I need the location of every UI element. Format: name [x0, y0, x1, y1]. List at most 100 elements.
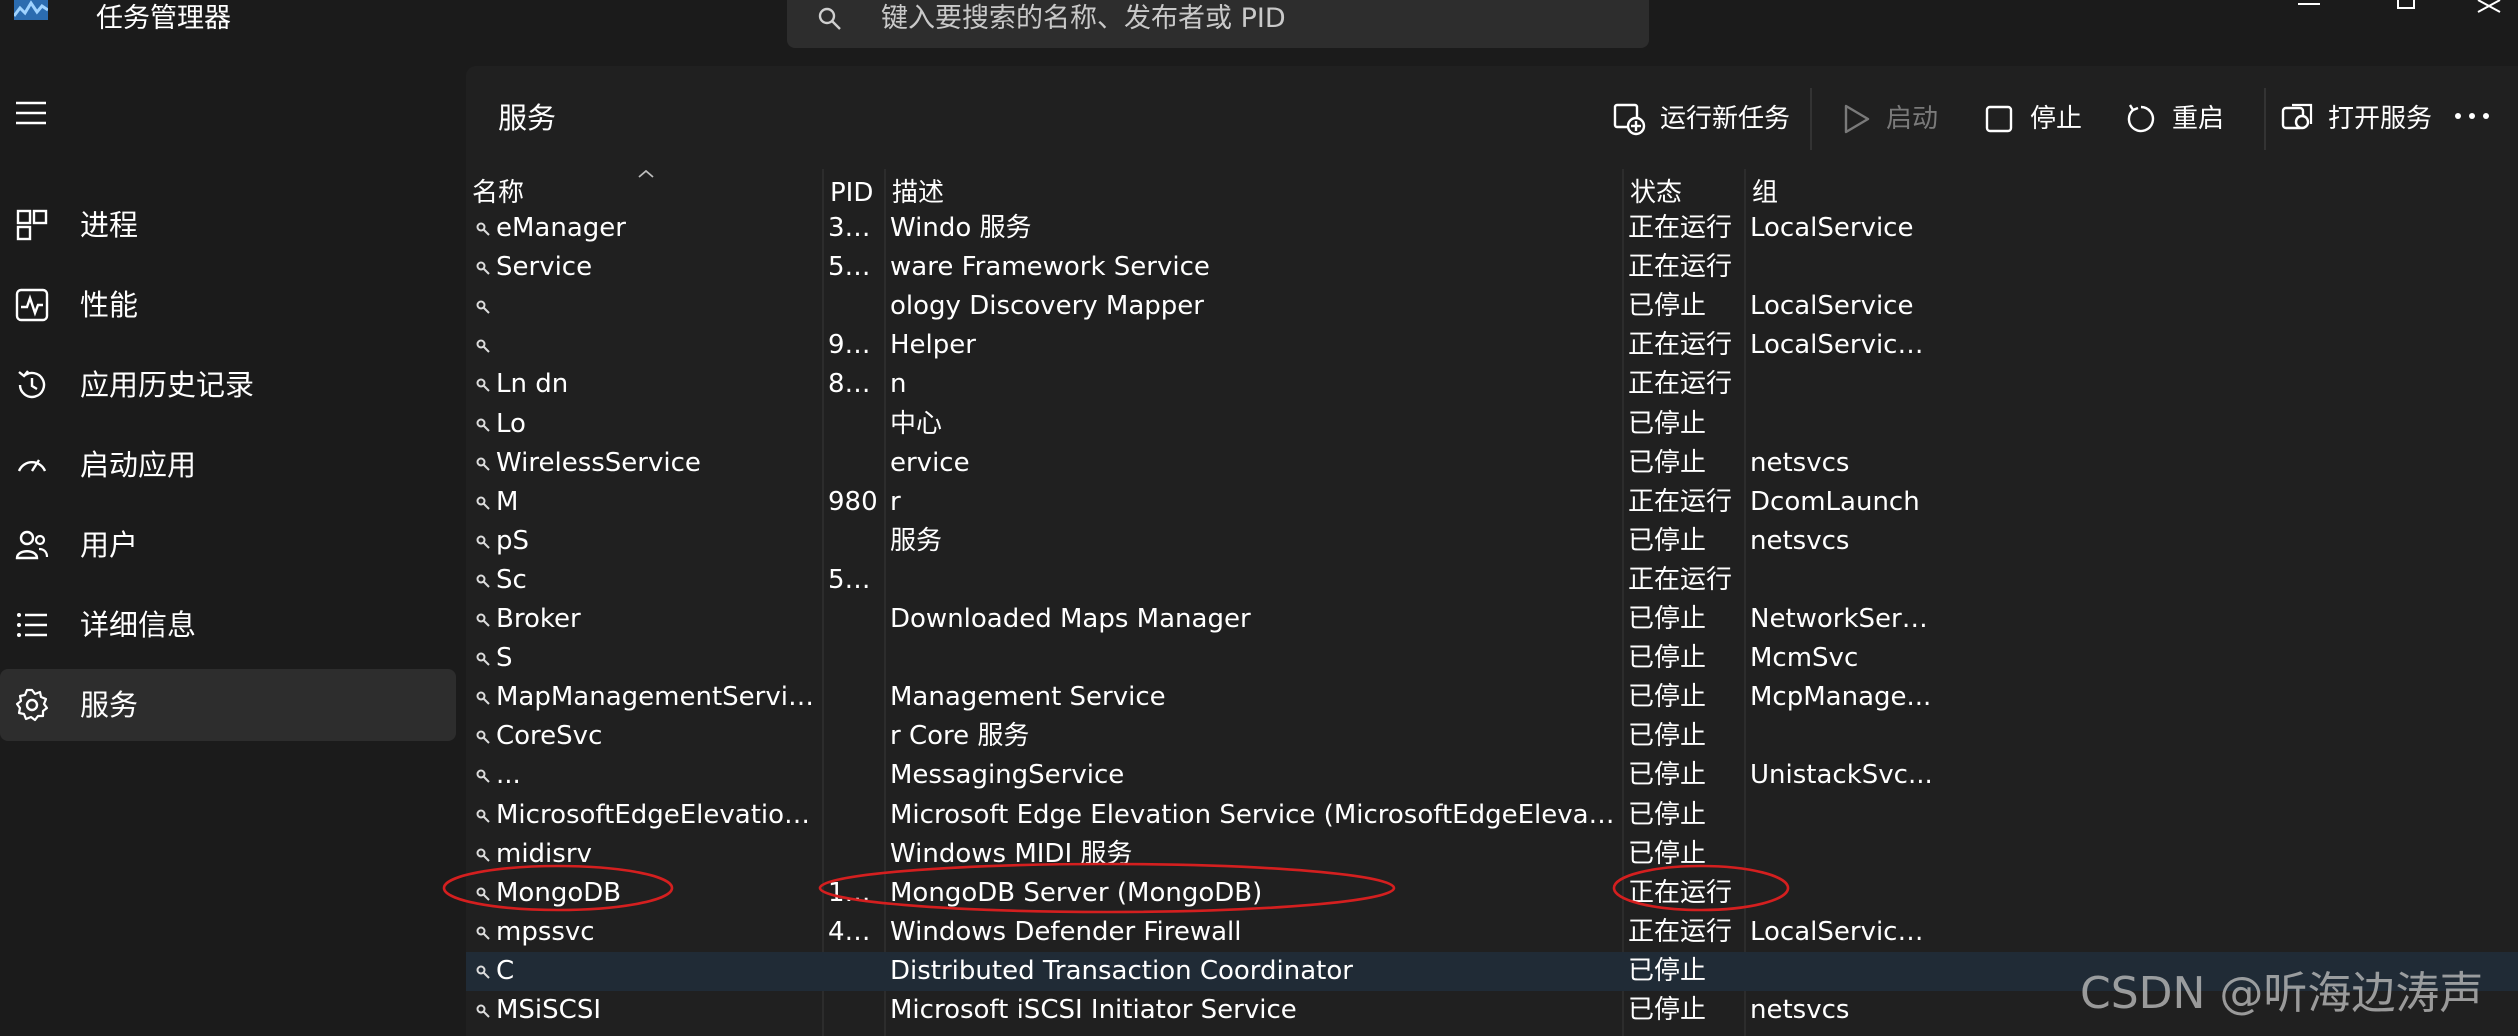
cell-description: Management Service	[890, 682, 1166, 712]
app-title: 任务管理器	[96, 3, 231, 34]
sidebar-item-services[interactable]: 服务	[0, 669, 456, 741]
sidebar-item-startup-apps[interactable]: 启动应用	[0, 429, 456, 501]
service-gear-icon	[476, 848, 490, 862]
cell-name: Broker	[496, 604, 581, 634]
cell-pid	[828, 717, 880, 756]
search-box[interactable]	[787, 0, 1649, 48]
annotation-ellipse	[1612, 864, 1790, 912]
cell-status: 已停止	[1628, 721, 1707, 751]
more-options-icon[interactable]	[2452, 106, 2492, 126]
table-row[interactable]: Sc 5176 正在运行	[466, 561, 2518, 600]
cell-group: LocalService...	[1750, 917, 1936, 947]
cell-name: S	[496, 643, 513, 673]
table-row[interactable]: Broker Downloaded Maps Manager 已停止 NetworkS…	[466, 600, 2518, 639]
table-row[interactable]: MapManagementService Management Service 已停…	[466, 678, 2518, 717]
cell-description: Microsoft Edge Elevation Service (Micros…	[890, 800, 1616, 830]
run-new-task-label: 运行新任务	[1660, 104, 1791, 134]
service-gear-icon	[476, 378, 490, 392]
cell-status: 已停止	[1628, 409, 1707, 439]
performance-icon	[15, 288, 49, 322]
cell-description: Distributed Transaction Coordinator	[890, 956, 1353, 986]
table-row[interactable]: MicrosoftEdgeElevation... Microsoft Edge …	[466, 796, 2518, 835]
startup-apps-icon	[17, 459, 47, 472]
cell-status: 已停止	[1628, 800, 1707, 830]
sidebar-item-app-history[interactable]: 应用历史记录	[0, 349, 456, 421]
table-row[interactable]: 9256 Helper 正在运行 LocalService...	[466, 326, 2518, 365]
cell-pid: 8376	[828, 369, 880, 399]
column-header-description[interactable]: 描述	[884, 169, 1622, 209]
cell-description: 服务	[890, 526, 943, 556]
annotation-ellipse	[442, 864, 674, 912]
cell-name: CoreSvc	[496, 721, 603, 751]
table-row[interactable]: mpssvc 4320 Windows Defender Firewall 正在运行 L…	[466, 913, 2518, 952]
toolbar-divider	[2264, 88, 2266, 150]
service-gear-icon	[476, 496, 490, 510]
cell-description: Windo 服务	[890, 213, 1032, 243]
run-new-task-icon	[1613, 103, 1646, 136]
table-row[interactable]: Service 5168 ware Framework Service 正在运行	[466, 248, 2518, 287]
table-row[interactable]: MongoDB16560MongoDB Server (MongoDB)正在运行	[466, 874, 2518, 913]
cell-status: 正在运行	[1628, 565, 1733, 595]
minimize-icon[interactable]	[2290, 0, 2330, 14]
maximize-icon[interactable]	[2386, 0, 2426, 14]
cell-description: Helper	[890, 330, 976, 360]
cell-description: MessagingService	[890, 760, 1125, 790]
sidebar-item-label: 启动应用	[80, 448, 197, 482]
sidebar-item-performance[interactable]: 性能	[0, 269, 456, 341]
search-input[interactable]	[881, 0, 1621, 38]
cell-group: LocalService...	[1750, 330, 1936, 360]
cell-name	[496, 326, 816, 365]
column-header-group[interactable]: 组	[1744, 169, 1940, 209]
table-row[interactable]: WirelessService ervice 已停止 netsvcs	[466, 444, 2518, 483]
table-row[interactable]: Ln dn 8376 n 正在运行	[466, 365, 2518, 404]
column-header-status[interactable]: 状态	[1622, 169, 1744, 209]
cell-status: 已停止	[1628, 526, 1707, 556]
task-manager-logo-icon	[14, 0, 48, 20]
cell-name: WirelessService	[496, 448, 701, 478]
cell-group	[1750, 405, 1936, 444]
cell-pid	[828, 405, 880, 444]
cell-pid	[828, 678, 880, 717]
cell-description: ology Discovery Mapper	[890, 291, 1204, 321]
table-row[interactable]: midisrv Windows MIDI 服务 已停止	[466, 835, 2518, 874]
sidebar-item-label: 进程	[80, 208, 139, 242]
restart-icon	[2127, 104, 2155, 133]
column-header-pid[interactable]: PID	[822, 169, 884, 209]
cell-pid	[828, 952, 880, 991]
play-icon	[1844, 104, 1870, 134]
table-row[interactable]: M 980 r 正在运行 DcomLaunch	[466, 483, 2518, 522]
table-header: 名称 PID 描述 状态 组	[466, 169, 2518, 209]
table-row[interactable]: eManager 3112 Windo 服务 正在运行 LocalService	[466, 209, 2518, 248]
cell-group	[1750, 561, 1936, 600]
table-row[interactable]: pS 服务 已停止 netsvcs	[466, 522, 2518, 561]
table-row[interactable]: CoreSvc r Core 服务 已停止	[466, 717, 2518, 756]
cell-name: Lo	[496, 409, 526, 439]
cell-status: 已停止	[1628, 682, 1707, 712]
cell-status: 已停止	[1628, 291, 1707, 321]
open-services-label: 打开服务	[2328, 104, 2433, 134]
sidebar-item-users[interactable]: 用户	[0, 509, 456, 581]
sidebar-item-label: 用户	[80, 528, 139, 562]
service-gear-icon	[476, 339, 490, 353]
table-row[interactable]: S 已停止 McmSvc	[466, 639, 2518, 678]
cell-description	[890, 639, 1616, 678]
cell-description: r Core 服务	[890, 721, 1030, 751]
close-icon[interactable]	[2470, 0, 2510, 14]
cell-status: 已停止	[1628, 760, 1707, 790]
sidebar-nav: 进程 性能 应用历史记录 启动应用 用户 详细信息 服务	[0, 66, 466, 1036]
sidebar-item-label: 服务	[80, 688, 139, 722]
cell-group: netsvcs	[1750, 448, 1850, 478]
table-row[interactable]: ... MessagingService 已停止 UnistackSvc...	[466, 756, 2518, 795]
service-gear-icon	[476, 652, 490, 666]
hamburger-menu-icon[interactable]	[14, 98, 48, 128]
sidebar-item-processes[interactable]: 进程	[0, 189, 456, 261]
table-row[interactable]: Lo 中心 已停止	[466, 405, 2518, 444]
cell-pid	[828, 756, 880, 795]
cell-name: Ln dn	[496, 369, 569, 399]
service-gear-icon	[476, 261, 490, 275]
cell-description: r	[890, 487, 901, 517]
service-gear-icon	[476, 1004, 490, 1018]
cell-description: 中心	[890, 409, 943, 439]
table-row[interactable]: ology Discovery Mapper 已停止 LocalService	[466, 287, 2518, 326]
sidebar-item-details[interactable]: 详细信息	[0, 589, 456, 661]
